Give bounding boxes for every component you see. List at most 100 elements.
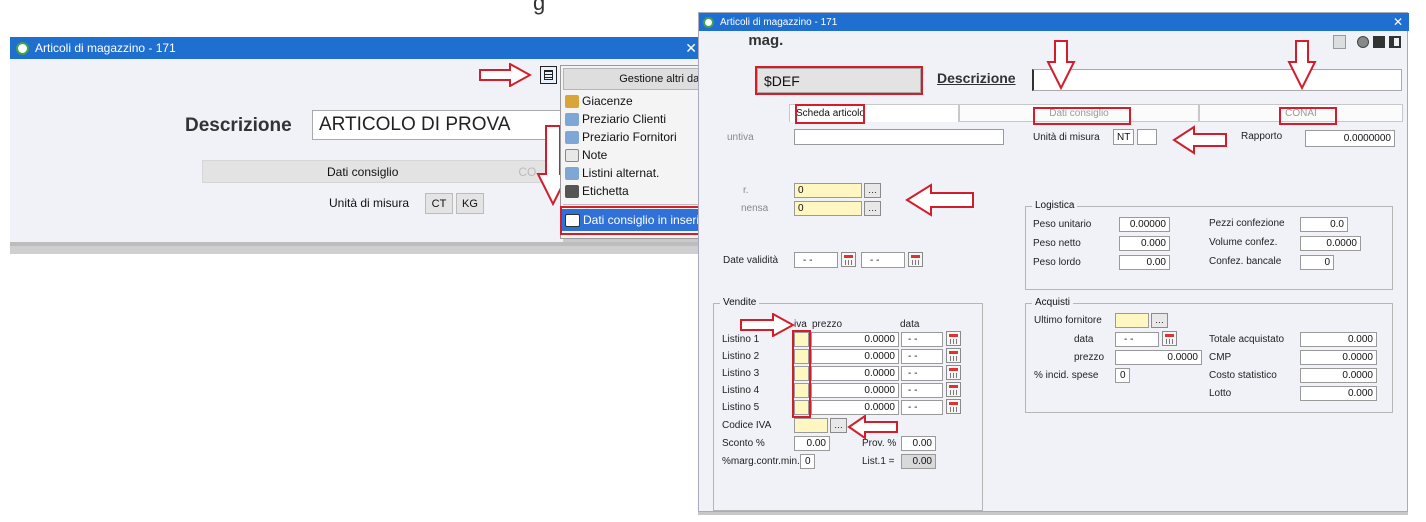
annotation-box-iva: [792, 330, 811, 418]
calendar-icon[interactable]: [946, 348, 961, 363]
close-icon[interactable]: ✕: [685, 40, 697, 57]
coins-icon: [565, 112, 579, 126]
tab-dati-consiglio[interactable]: Dati consiglio CO: [202, 160, 557, 183]
menu-item-label: Preziario Clienti: [582, 112, 667, 126]
annotation-box-tab-conai: [1279, 107, 1337, 125]
incid-field[interactable]: 0: [1115, 368, 1130, 383]
annotation-arrow-right: [479, 63, 532, 87]
listino-prezzo-field[interactable]: 0.0000: [811, 366, 899, 381]
listino-data-field[interactable]: - -: [901, 332, 943, 347]
coins-icon: [565, 130, 579, 144]
costo-field[interactable]: 0.0000: [1300, 368, 1377, 383]
descrizione-label: Descrizione: [937, 70, 1016, 86]
listino-prezzo-field[interactable]: 0.0000: [811, 383, 899, 398]
peso-lordo-field[interactable]: 0.00: [1119, 255, 1170, 270]
calendar-icon[interactable]: [946, 365, 961, 380]
annotation-box-tab-dati: [1033, 107, 1131, 125]
toolbar-doc-icon[interactable]: [1333, 35, 1346, 49]
listino-data-field[interactable]: - -: [901, 349, 943, 364]
ultimo-fornitore-field[interactable]: [1115, 313, 1149, 328]
listino-prezzo-field[interactable]: 0.0000: [811, 332, 899, 347]
rapporto-label: Rapporto: [1241, 131, 1283, 142]
save-icon[interactable]: [1373, 36, 1385, 48]
lotto-field[interactable]: 0.000: [1300, 386, 1377, 401]
cmp-field[interactable]: 0.0000: [1300, 350, 1377, 365]
totale-field[interactable]: 0.000: [1300, 332, 1377, 347]
peso-netto-label: Peso netto: [1033, 238, 1081, 249]
cat-merc-lookup-button[interactable]: …: [864, 183, 881, 198]
sconto-field[interactable]: 0.00: [794, 436, 830, 451]
date-to-field[interactable]: - -: [861, 252, 905, 268]
annotation-box-tab-scheda: [795, 104, 865, 124]
peso-netto-field[interactable]: 0.000: [1119, 236, 1170, 251]
calendar-icon[interactable]: [946, 399, 961, 414]
pezzi-conf-field[interactable]: 0.0: [1300, 217, 1348, 232]
altri-dati-button[interactable]: [540, 66, 557, 84]
col-prezzo-header: prezzo: [812, 319, 843, 330]
data-field[interactable]: - -: [1115, 332, 1159, 347]
unita-field-2[interactable]: [1137, 129, 1157, 145]
descrizione-field[interactable]: ARTICOLO DI PROVA: [312, 110, 562, 140]
menu-item-label: Note: [582, 148, 608, 162]
sconto-label: Sconto %: [722, 438, 765, 449]
annotation-arrow-left-codice-iva: [847, 415, 898, 439]
unita-field[interactable]: NT: [1113, 129, 1134, 145]
prov-field[interactable]: 0.00: [901, 436, 936, 451]
listino-label: Listino 5: [722, 402, 760, 413]
close-icon[interactable]: ✕: [1393, 15, 1403, 29]
peso-unitario-label: Peso unitario: [1033, 219, 1092, 230]
lotto-label: Lotto: [1209, 388, 1232, 399]
listino-data-field[interactable]: - -: [901, 400, 943, 415]
exit-icon[interactable]: [1389, 36, 1401, 48]
heading-text: mag.: [748, 32, 784, 49]
costo-label: Costo statistico: [1209, 370, 1277, 381]
annotation-arrow-right-iva: [740, 313, 795, 337]
rapporto-field[interactable]: 0.0000000: [1305, 130, 1395, 147]
fornitore-lookup-button[interactable]: …: [1151, 313, 1168, 328]
toolbar-settings-icon[interactable]: [1357, 36, 1369, 48]
descr-agg-field[interactable]: [794, 129, 1004, 145]
listino-data-field[interactable]: - -: [901, 383, 943, 398]
calendar-icon[interactable]: [946, 331, 961, 346]
prezzo-field[interactable]: 0.0000: [1115, 350, 1202, 365]
codice-iva-lookup-button[interactable]: …: [830, 418, 847, 433]
gruppo-label: nensa: [741, 203, 769, 214]
confez-bancale-label: Confez. bancale: [1209, 256, 1282, 267]
codice-iva-field[interactable]: [794, 418, 828, 433]
coins-icon: [565, 166, 579, 180]
volume-field[interactable]: 0.0000: [1300, 236, 1361, 251]
listino-label: Listino 4: [722, 385, 760, 396]
descrizione-field[interactable]: [1032, 69, 1402, 91]
calendar-icon[interactable]: [908, 252, 923, 267]
peso-unitario-field[interactable]: 0.00000: [1119, 217, 1170, 232]
incid-label: % incid. spese: [1034, 370, 1099, 381]
calendar-icon[interactable]: [841, 252, 856, 267]
unit1-field[interactable]: CT: [425, 193, 453, 214]
menu-item-label: Etichetta: [582, 184, 629, 198]
col-iva-header: iva: [794, 319, 807, 330]
listino-prezzo-field[interactable]: 0.0000: [811, 400, 899, 415]
gruppo-lookup-button[interactable]: …: [864, 201, 881, 216]
cat-merc-field[interactable]: 0: [794, 183, 862, 198]
logistica-group: Logistica Peso unitario 0.00000 Peso net…: [1025, 200, 1393, 290]
date-from-field[interactable]: - -: [794, 252, 838, 268]
gruppo-field[interactable]: 0: [794, 201, 862, 216]
calendar-icon[interactable]: [946, 382, 961, 397]
prezzo-label: prezzo: [1074, 352, 1105, 363]
menu-item-label: Giacenze: [582, 94, 633, 108]
menu-item-label: Preziario Fornitori: [582, 130, 677, 144]
unit2-field[interactable]: KG: [456, 193, 484, 214]
calendar-icon[interactable]: [1162, 331, 1177, 346]
confez-bancale-field[interactable]: 0: [1300, 255, 1334, 270]
marg-field[interactable]: 0: [800, 454, 815, 469]
list1-label: List.1 =: [862, 456, 895, 467]
vendite-title: Vendite: [720, 297, 760, 308]
annotation-arrow-down-desc: [1046, 40, 1076, 90]
heading-prefix: Articolo di: [703, 32, 747, 49]
left-window-title: Articoli di magazzino - 171: [35, 41, 176, 55]
window-heading: Articolo di mag.: [703, 32, 783, 49]
right-titlebar: Articoli di magazzino - 171 ✕: [699, 13, 1409, 31]
listino-data-field[interactable]: - -: [901, 366, 943, 381]
listino-prezzo-field[interactable]: 0.0000: [811, 349, 899, 364]
descr-agg-label: untiva: [727, 132, 754, 143]
